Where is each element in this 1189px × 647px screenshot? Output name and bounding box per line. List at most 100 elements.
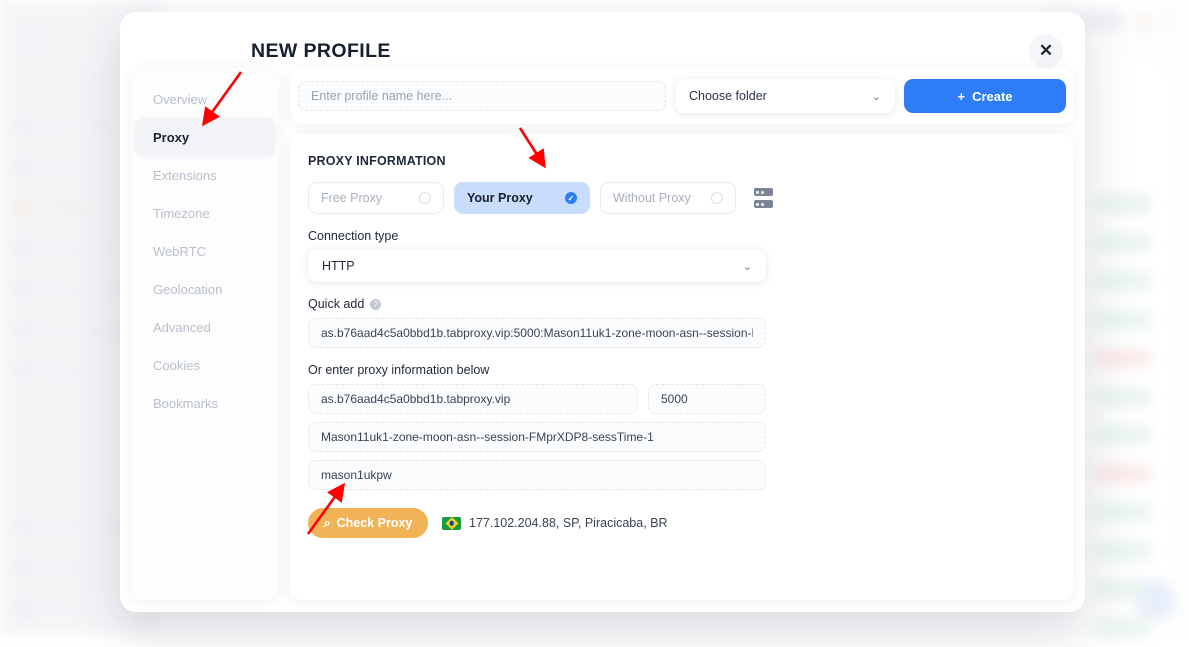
connection-type-label: Connection type: [308, 229, 1056, 243]
row-menu-icon: ⋮: [1161, 390, 1169, 404]
row-action-pill: Run: [1095, 194, 1151, 214]
sidebar-item-advanced[interactable]: Advanced: [131, 308, 279, 346]
row-menu-icon: ⋮: [1161, 236, 1169, 250]
proxy-result-text: 177.102.204.88, SP, Piracicaba, BR: [469, 516, 668, 530]
row-action-pill: Run: [1095, 310, 1151, 330]
automation-icon: [18, 240, 35, 257]
proxy-type-group: Free Proxy Your Proxy ✓ Without Proxy: [308, 182, 1056, 214]
sidebar-item-proxy[interactable]: Proxy: [135, 118, 275, 156]
table-row: Run ⋮: [1095, 185, 1169, 224]
logout-icon: [18, 599, 35, 616]
proxy-username-input[interactable]: [308, 422, 766, 452]
table-row: Stop ⋮: [1095, 339, 1169, 378]
sidebar-item-webrtc[interactable]: WebRTC: [131, 232, 279, 270]
check-proxy-row: ⌕ Check Proxy 177.102.204.88, SP, Piraci…: [308, 508, 1056, 538]
gear-icon: [18, 558, 35, 575]
proxy-type-your[interactable]: Your Proxy ✓: [454, 182, 590, 214]
folder-select[interactable]: Choose folder ⌄: [675, 79, 895, 113]
search-icon: ⌕: [324, 516, 331, 531]
table-row: Run ⋮: [1095, 224, 1169, 263]
folder-select-label: Choose folder: [689, 89, 767, 103]
sidebar-item-geolocation[interactable]: Geolocation: [131, 270, 279, 308]
sidebar-item-timezone[interactable]: Timezone: [131, 194, 279, 232]
help-icon: [1162, 15, 1175, 28]
proxy-manager-icon: [18, 322, 35, 339]
create-button-label: Create: [972, 89, 1012, 104]
background-table-rows: Run ⋮ Run ⋮ Run ⋮ Run ⋮ Stop ⋮ Run ⋮ Run ⋮ Stop…: [1095, 185, 1169, 647]
password-row: [308, 460, 1056, 490]
plus-icon: [18, 117, 35, 134]
quick-add-input[interactable]: [308, 318, 766, 348]
server-icon[interactable]: [754, 188, 773, 208]
page-title: NEW PROFILE: [251, 40, 391, 63]
bg-nav-label: Billing: [47, 365, 80, 379]
table-row: Run ⋮: [1095, 262, 1169, 301]
bg-nav-label: Automation: [47, 242, 110, 256]
username-row: [308, 422, 1056, 452]
new-profile-modal: NEW PROFILE ✕ Overview Proxy Extensions …: [120, 12, 1085, 612]
sidebar-item-extensions[interactable]: Extensions: [131, 156, 279, 194]
quick-add-label-text: Quick add: [308, 297, 364, 311]
sidebar-item-overview[interactable]: Overview: [131, 80, 279, 118]
check-proxy-label: Check Proxy: [337, 516, 413, 530]
row-action-pill: Run: [1095, 541, 1151, 561]
table-row: Run⋮: [1095, 532, 1169, 571]
create-button[interactable]: + Create: [904, 79, 1066, 113]
row-action-pill: Run: [1095, 233, 1151, 253]
sidebar-item-bookmarks[interactable]: Bookmarks: [131, 384, 279, 422]
table-row: Stop ⋮: [1095, 455, 1169, 494]
radio-icon: [711, 192, 723, 204]
check-proxy-button[interactable]: ⌕ Check Proxy: [308, 508, 428, 538]
connection-type-label-text: Connection type: [308, 229, 398, 243]
bg-nav-label: Profiles: [47, 201, 93, 215]
proxy-port-input[interactable]: [648, 384, 766, 414]
table-row: Run⋮: [1095, 416, 1169, 455]
proxy-type-free[interactable]: Free Proxy: [308, 182, 444, 214]
modal-content: Choose folder ⌄ + Create PROXY INFORMATI…: [290, 68, 1074, 600]
bg-nav-label: Log out: [47, 601, 89, 615]
proxy-check-result: 177.102.204.88, SP, Piracicaba, BR: [442, 516, 668, 530]
chevron-down-icon: ⌄: [743, 260, 752, 273]
row-action-pill: Run: [1095, 271, 1151, 291]
check-circle-icon: ✓: [565, 192, 577, 204]
proxy-type-label: Your Proxy: [467, 191, 533, 205]
row-action-pill: Run: [1095, 618, 1151, 638]
radio-icon: [419, 192, 431, 204]
team-icon: [18, 281, 35, 298]
billing-icon: [18, 363, 35, 380]
sidebar-item-cookies[interactable]: Cookies: [131, 346, 279, 384]
proxy-password-input[interactable]: [308, 460, 766, 490]
row-action-pill: Stop: [1095, 348, 1151, 368]
brazil-flag-icon: [442, 517, 461, 530]
bg-nav-label: New Profile: [47, 119, 111, 133]
proxy-type-without[interactable]: Without Proxy: [600, 182, 736, 214]
chat-widget-icon: [1135, 580, 1175, 620]
proxy-section-title: PROXY INFORMATION: [308, 154, 1056, 168]
chevron-down-icon: ⌄: [872, 90, 881, 103]
proxy-type-label: Free Proxy: [321, 191, 382, 205]
quick-add-label: Quick add ?: [308, 297, 1056, 311]
profile-name-input[interactable]: [298, 81, 666, 111]
row-menu-icon: ⋮: [1161, 313, 1169, 327]
table-row: Run⋮: [1095, 378, 1169, 417]
table-row: Run ⋮: [1095, 301, 1169, 340]
manual-entry-label: Or enter proxy information below: [308, 363, 1056, 377]
bg-nav-label: Settings: [47, 560, 92, 574]
row-action-pill: Stop: [1095, 464, 1151, 484]
row-menu-icon: ⋮: [1161, 197, 1169, 211]
account-avatar-icon: [18, 28, 48, 58]
row-menu-icon: ⋮: [1161, 274, 1169, 288]
bolt-icon: [18, 158, 35, 175]
profiles-icon: [18, 199, 35, 216]
notification-icon: [1137, 15, 1150, 28]
info-icon[interactable]: ?: [370, 299, 381, 310]
plus-icon: +: [957, 89, 965, 104]
row-menu-icon: ⋮: [1161, 467, 1169, 481]
proxy-host-input[interactable]: [308, 384, 638, 414]
close-icon[interactable]: ✕: [1029, 34, 1063, 68]
row-menu-icon: ⋮: [1161, 621, 1169, 635]
host-port-row: [308, 384, 1056, 414]
row-menu-icon: ⋮: [1161, 351, 1169, 365]
connection-type-select[interactable]: HTTP ⌄: [308, 250, 766, 282]
row-menu-icon: ⋮: [1161, 505, 1169, 519]
